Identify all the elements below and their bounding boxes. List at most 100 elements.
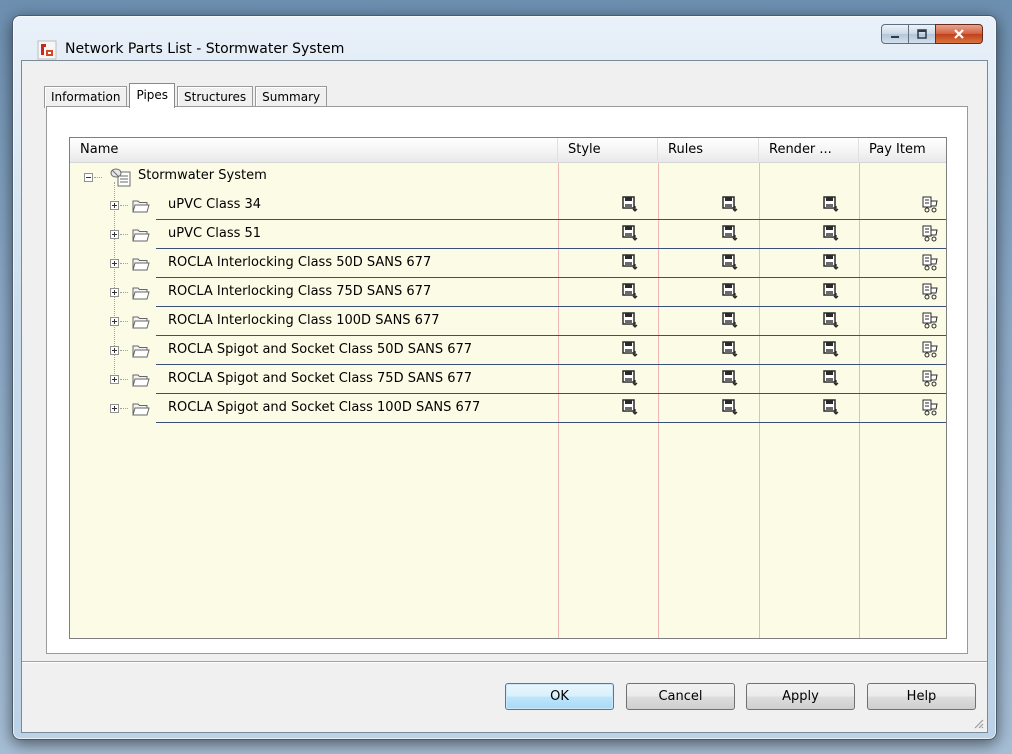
window-title: Network Parts List - Stormwater System bbox=[65, 41, 345, 57]
part-family-row[interactable]: ROCLA Spigot and Socket Class 75D SANS 6… bbox=[70, 365, 946, 394]
close-button[interactable] bbox=[935, 24, 983, 44]
pay-item-icon[interactable] bbox=[921, 369, 939, 387]
expand-toggle[interactable] bbox=[110, 288, 119, 297]
part-family-row[interactable]: ROCLA Spigot and Socket Class 50D SANS 6… bbox=[70, 336, 946, 365]
rules-picker-icon[interactable] bbox=[721, 340, 739, 358]
part-family-label: ROCLA Spigot and Socket Class 50D SANS 6… bbox=[168, 342, 473, 357]
tab-information[interactable]: Information bbox=[44, 86, 128, 108]
tree-connector bbox=[120, 350, 128, 351]
tree-connector bbox=[120, 234, 128, 235]
maximize-icon bbox=[917, 29, 927, 39]
tab-bar: Information Pipes Structures Summary bbox=[44, 81, 329, 108]
pay-item-icon[interactable] bbox=[921, 195, 939, 213]
part-family-label: ROCLA Interlocking Class 100D SANS 677 bbox=[168, 313, 440, 328]
render-picker-icon[interactable] bbox=[822, 369, 840, 387]
rules-picker-icon[interactable] bbox=[721, 311, 739, 329]
style-picker-icon[interactable] bbox=[621, 195, 639, 213]
tree-connector bbox=[120, 263, 128, 264]
part-family-row[interactable]: ROCLA Interlocking Class 75D SANS 677 bbox=[70, 278, 946, 307]
rules-picker-icon[interactable] bbox=[721, 195, 739, 213]
style-picker-icon[interactable] bbox=[621, 253, 639, 271]
root-label: Stormwater System bbox=[138, 168, 267, 183]
pipes-tab-panel: Name Style Rules Render ... Pay Item Sto… bbox=[46, 106, 968, 654]
apply-button[interactable]: Apply bbox=[746, 683, 855, 710]
render-picker-icon[interactable] bbox=[822, 282, 840, 300]
pay-item-icon[interactable] bbox=[921, 224, 939, 242]
rules-picker-icon[interactable] bbox=[721, 398, 739, 416]
render-picker-icon[interactable] bbox=[822, 195, 840, 213]
folder-icon bbox=[132, 402, 150, 416]
column-header-rules[interactable]: Rules bbox=[658, 138, 759, 163]
pay-item-icon[interactable] bbox=[921, 253, 939, 271]
expand-toggle[interactable] bbox=[110, 404, 119, 413]
style-picker-icon[interactable] bbox=[621, 282, 639, 300]
folder-icon bbox=[132, 344, 150, 358]
expand-toggle[interactable] bbox=[110, 346, 119, 355]
part-family-label: ROCLA Interlocking Class 75D SANS 677 bbox=[168, 284, 432, 299]
tree-connector bbox=[120, 408, 128, 409]
tree-connector bbox=[120, 321, 128, 322]
tree-connector bbox=[120, 205, 128, 206]
row-underline bbox=[156, 422, 946, 423]
render-picker-icon[interactable] bbox=[822, 398, 840, 416]
maximize-button[interactable] bbox=[908, 24, 936, 44]
pay-item-icon[interactable] bbox=[921, 282, 939, 300]
column-header-pay-item[interactable]: Pay Item bbox=[859, 138, 946, 163]
pay-item-icon[interactable] bbox=[921, 340, 939, 358]
rules-picker-icon[interactable] bbox=[721, 282, 739, 300]
part-family-row[interactable]: ROCLA Spigot and Socket Class 100D SANS … bbox=[70, 394, 946, 423]
pay-item-icon[interactable] bbox=[921, 311, 939, 329]
column-header-style[interactable]: Style bbox=[558, 138, 658, 163]
part-family-label: uPVC Class 34 bbox=[168, 197, 262, 212]
folder-icon bbox=[132, 199, 150, 213]
title-bar[interactable]: Network Parts List - Stormwater System bbox=[13, 16, 996, 60]
folder-icon bbox=[132, 257, 150, 271]
rules-picker-icon[interactable] bbox=[721, 253, 739, 271]
part-family-row[interactable]: uPVC Class 34 bbox=[70, 191, 946, 220]
grid-header: Name Style Rules Render ... Pay Item bbox=[70, 138, 946, 163]
network-tree-icon bbox=[110, 168, 131, 187]
tree-connector bbox=[94, 177, 102, 178]
tree-root-row[interactable]: Stormwater System bbox=[70, 164, 946, 191]
tab-pipes[interactable]: Pipes bbox=[129, 83, 176, 108]
ok-button[interactable]: OK bbox=[505, 683, 614, 710]
rules-picker-icon[interactable] bbox=[721, 369, 739, 387]
collapse-toggle[interactable] bbox=[84, 173, 93, 182]
folder-icon bbox=[132, 373, 150, 387]
render-picker-icon[interactable] bbox=[822, 340, 840, 358]
part-family-label: ROCLA Interlocking Class 50D SANS 677 bbox=[168, 255, 432, 270]
part-family-row[interactable]: ROCLA Interlocking Class 50D SANS 677 bbox=[70, 249, 946, 278]
tab-summary[interactable]: Summary bbox=[255, 86, 328, 108]
part-family-label: ROCLA Spigot and Socket Class 75D SANS 6… bbox=[168, 371, 473, 386]
render-picker-icon[interactable] bbox=[822, 224, 840, 242]
part-family-row[interactable]: ROCLA Interlocking Class 100D SANS 677 bbox=[70, 307, 946, 336]
expand-toggle[interactable] bbox=[110, 201, 119, 210]
style-picker-icon[interactable] bbox=[621, 311, 639, 329]
expand-toggle[interactable] bbox=[110, 375, 119, 384]
part-family-label: uPVC Class 51 bbox=[168, 226, 262, 241]
rules-picker-icon[interactable] bbox=[721, 224, 739, 242]
help-button[interactable]: Help bbox=[867, 683, 976, 710]
style-picker-icon[interactable] bbox=[621, 224, 639, 242]
expand-toggle[interactable] bbox=[110, 230, 119, 239]
part-family-row[interactable]: uPVC Class 51 bbox=[70, 220, 946, 249]
folder-icon bbox=[132, 315, 150, 329]
render-picker-icon[interactable] bbox=[822, 253, 840, 271]
style-picker-icon[interactable] bbox=[621, 398, 639, 416]
expand-toggle[interactable] bbox=[110, 259, 119, 268]
style-picker-icon[interactable] bbox=[621, 369, 639, 387]
expand-toggle[interactable] bbox=[110, 317, 119, 326]
tree-connector bbox=[120, 292, 128, 293]
caption-buttons bbox=[881, 24, 983, 44]
tab-structures[interactable]: Structures bbox=[177, 86, 254, 108]
column-header-name[interactable]: Name bbox=[70, 138, 558, 163]
cancel-button[interactable]: Cancel bbox=[626, 683, 735, 710]
tree-connector bbox=[120, 379, 128, 380]
style-picker-icon[interactable] bbox=[621, 340, 639, 358]
pay-item-icon[interactable] bbox=[921, 398, 939, 416]
resize-grip-icon[interactable] bbox=[972, 717, 984, 729]
minimize-button[interactable] bbox=[881, 24, 909, 44]
parts-list-grid[interactable]: Name Style Rules Render ... Pay Item Sto… bbox=[69, 137, 947, 639]
column-header-render[interactable]: Render ... bbox=[759, 138, 859, 163]
render-picker-icon[interactable] bbox=[822, 311, 840, 329]
